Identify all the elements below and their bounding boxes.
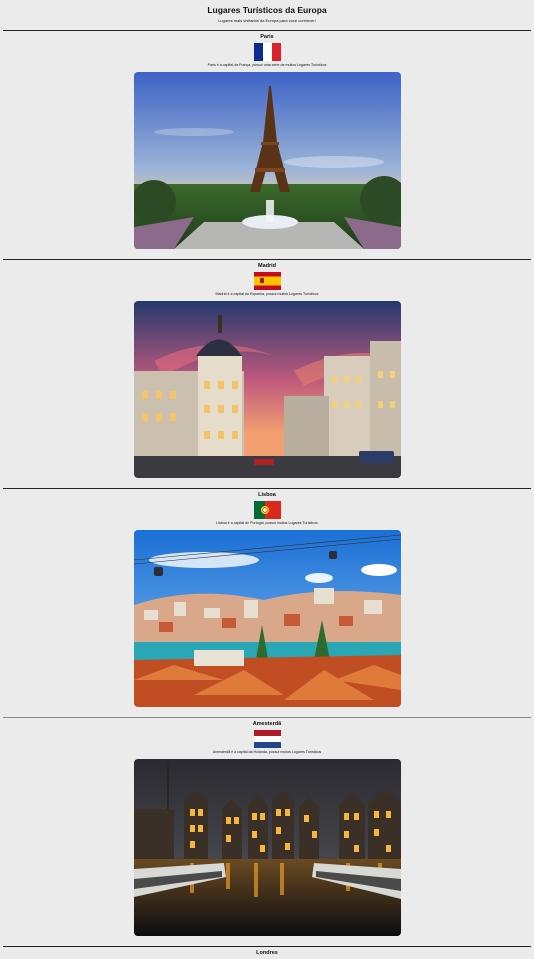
place-title: Madrid (257, 263, 277, 269)
netherlands-flag-icon (253, 730, 281, 748)
place-description: Amesterdã é a capital da Holanda, possui… (212, 750, 322, 754)
place-title: Londres (256, 950, 278, 956)
porto-riverside-photo (133, 530, 401, 707)
place-description: Paris é a capital da França, possui uma … (207, 63, 327, 67)
france-flag-icon (253, 43, 281, 61)
page-header: Lugares Turísticos da Europa Lugares mai… (0, 0, 534, 30)
place-card-paris: Paris Paris é a capital da França, possu… (0, 31, 534, 259)
page-subtitle: Lugares mais visitados da Europa para vo… (218, 18, 316, 23)
place-card-amsterda: Amesterdã Amesterdã é a capital da Holan… (0, 718, 534, 946)
place-description: Madrid é a capital da Espanha, possui mu… (215, 292, 319, 296)
amsterdam-canal-photo (133, 759, 401, 936)
place-description: Lisboa é a capital de Portugal, possui m… (216, 521, 318, 525)
madrid-metropolis-photo (133, 301, 401, 478)
spain-flag-icon (253, 272, 281, 290)
place-card-lisboa: Lisboa Lisboa é a capital de Portugal, p… (0, 489, 534, 717)
place-title: Lisboa (258, 492, 276, 498)
place-title: Amesterdã (252, 721, 282, 727)
place-title: Paris (260, 34, 274, 40)
place-card-madrid: Madrid Madrid é a capital da Espanha, po… (0, 260, 534, 488)
page-title: Lugares Turísticos da Europa (207, 5, 327, 15)
portugal-flag-icon (253, 501, 281, 519)
eiffel-tower-photo (133, 72, 401, 249)
place-card-londres: Londres (0, 947, 534, 957)
